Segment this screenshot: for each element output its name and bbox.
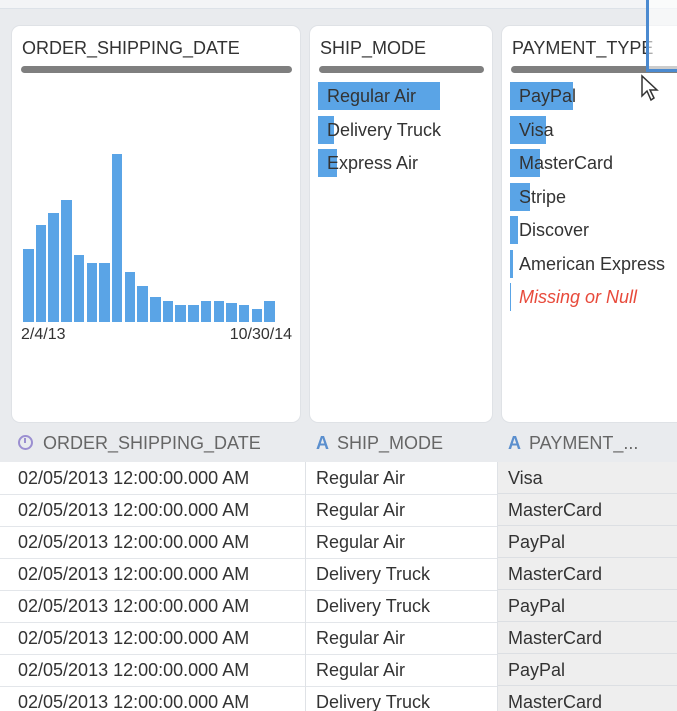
profile-card-ship-mode[interactable]: SHIP_MODE Regular Air Delivery Truck Expre… [310, 26, 492, 422]
histogram-bar[interactable] [99, 263, 110, 322]
card-title: ORDER_SHIPPING_DATE [22, 38, 240, 58]
card-title: PAYMENT_TYPE [512, 38, 654, 58]
histogram-bar[interactable] [150, 296, 161, 322]
category-item[interactable]: Delivery Truck [318, 115, 442, 144]
category-bar [510, 249, 514, 278]
category-label: Stripe [519, 186, 567, 207]
table-cell[interactable]: MasterCard [508, 686, 602, 711]
category-label: American Express [519, 253, 666, 274]
histogram-bar[interactable] [23, 248, 34, 322]
category-item[interactable]: Express Air [318, 149, 442, 177]
card-header-bar [319, 66, 484, 73]
histogram-bar[interactable] [124, 271, 136, 322]
table-cell[interactable]: PayPal [508, 526, 565, 558]
histogram-bar[interactable] [137, 286, 148, 322]
category-item[interactable]: MasterCard [510, 149, 675, 177]
card-title: SHIP_MODE [320, 38, 427, 58]
histogram-bar[interactable] [162, 301, 174, 322]
category-label: Missing or Null [519, 287, 638, 307]
category-label: MasterCard [519, 153, 614, 173]
histogram-bar[interactable] [48, 212, 59, 322]
histogram-end-label: 10/30/14 [229, 326, 292, 343]
histogram-bar[interactable] [188, 305, 199, 322]
category-item[interactable]: American Express [510, 249, 675, 278]
mouse-pointer-icon [641, 74, 659, 102]
table-cell[interactable]: MasterCard [508, 558, 602, 590]
table-cell[interactable]: MasterCard [508, 494, 602, 526]
histogram-bar[interactable] [213, 301, 224, 322]
histogram-bar[interactable] [35, 225, 47, 322]
category-label: PayPal [519, 86, 577, 106]
column-header-ship-mode[interactable]: A SHIP_MODE [316, 424, 496, 462]
histogram-bar[interactable] [251, 309, 263, 322]
category-bar [510, 216, 519, 244]
histogram-bar[interactable] [73, 254, 85, 322]
column-header-payment-type[interactable]: A PAYMENT_... [508, 424, 677, 462]
category-item[interactable]: Stripe [510, 182, 675, 211]
column-divider [305, 462, 306, 711]
category-bar [510, 283, 511, 311]
card-header-bar [21, 66, 292, 73]
histogram-bar[interactable] [61, 200, 72, 322]
category-item[interactable]: Regular Air [318, 82, 442, 110]
histogram-bar[interactable] [200, 301, 212, 322]
text-type-icon: A [508, 433, 521, 453]
histogram-bar[interactable] [238, 305, 250, 322]
top-divider [0, 0, 677, 9]
text-type-icon: A [316, 433, 329, 453]
clock-icon [18, 435, 33, 450]
histogram-bar[interactable] [226, 303, 237, 322]
column-divider [497, 462, 498, 711]
category-label: Delivery Truck [327, 119, 442, 140]
table-cell[interactable]: PayPal [508, 654, 565, 686]
category-label: Visa [519, 119, 554, 140]
category-label: Discover [519, 220, 590, 240]
histogram-bar[interactable] [86, 263, 97, 322]
column-header-row: ORDER_SHIPPING_DATE A SHIP_MODE A PAYMENT_… [0, 424, 677, 462]
category-label: Express Air [327, 153, 419, 173]
histogram-bar[interactable] [264, 301, 275, 322]
table-cell[interactable]: PayPal [508, 590, 565, 622]
category-label: Regular Air [327, 86, 417, 106]
profile-card-order-shipping-date[interactable]: ORDER_SHIPPING_DATE 2/4/13 10/30/14 [12, 26, 300, 422]
table-cell[interactable]: MasterCard [508, 622, 602, 654]
histogram-start-label: 2/4/13 [21, 326, 66, 343]
column-header-order-shipping-date[interactable]: ORDER_SHIPPING_DATE [18, 424, 298, 462]
category-item[interactable]: Missing or Null [510, 283, 675, 311]
column-resize-overlay[interactable] [646, 0, 677, 72]
table-cell[interactable]: Visa [508, 462, 543, 494]
category-item[interactable]: Visa [510, 115, 675, 144]
histogram-bar[interactable] [175, 305, 186, 322]
category-item[interactable]: Discover [510, 216, 675, 244]
histogram-bar[interactable] [111, 154, 123, 322]
